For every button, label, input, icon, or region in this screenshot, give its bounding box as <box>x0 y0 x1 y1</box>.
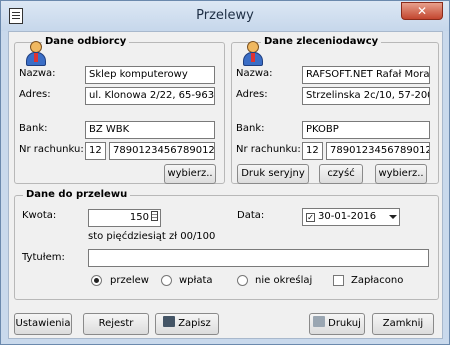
sender-account-prefix-field[interactable]: 12 <box>302 142 323 160</box>
sender-bank-field[interactable]: PKOBP <box>302 121 430 139</box>
option-unspecified-radio[interactable] <box>237 275 248 286</box>
recipient-bank-label: Bank: <box>19 123 48 134</box>
print-button[interactable]: Drukuj <box>309 313 365 335</box>
recipient-name-field[interactable]: Sklep komputerowy <box>85 66 215 84</box>
printer-icon <box>313 316 326 327</box>
window-title: Przelewy <box>196 8 254 23</box>
print-button-label: Drukuj <box>328 318 361 329</box>
save-button[interactable]: Zapisz <box>155 313 219 335</box>
transfer-section-title: Dane do przelewu <box>23 189 131 200</box>
title-label: Tytułem: <box>22 252 65 263</box>
sender-section-title: Dane zleceniodawcy <box>261 36 382 47</box>
sender-choose-button[interactable]: wybierz.. <box>375 164 427 184</box>
amount-field[interactable]: 150 <box>88 209 161 227</box>
sender-account-field[interactable]: 789012345678901234 <box>326 142 430 160</box>
recipient-account-field[interactable]: 789012345678901234 <box>109 142 215 160</box>
sender-bank-label: Bank: <box>236 123 265 134</box>
option-transfer-radio[interactable] <box>91 275 102 286</box>
sender-address-field[interactable]: Strzelinska 2c/10, 57-200 Z <box>302 87 430 105</box>
recipient-name-label: Nazwa: <box>19 68 56 79</box>
sender-name-label: Nazwa: <box>236 68 273 79</box>
recipient-account-prefix-field[interactable]: 12 <box>85 142 106 160</box>
save-button-label: Zapisz <box>178 318 211 329</box>
paid-checkbox[interactable] <box>333 275 344 286</box>
chevron-down-icon[interactable] <box>389 215 397 219</box>
register-button[interactable]: Rejestr <box>83 313 149 335</box>
date-label: Data: <box>237 210 265 221</box>
sender-address-label: Adres: <box>236 89 268 100</box>
floppy-disk-icon <box>163 316 176 327</box>
date-picker[interactable]: ✓ 30-01-2016 <box>302 208 400 226</box>
titlebar[interactable]: Przelewy ✕ <box>1 1 449 31</box>
recipient-address-field[interactable]: ul. Klonowa 2/22, 65-963 W <box>85 87 215 105</box>
user-icon <box>240 40 266 68</box>
option-unspecified-label[interactable]: nie określaj <box>255 275 312 286</box>
title-field[interactable] <box>88 249 429 267</box>
sender-account-label: Nr rachunku: <box>236 144 301 155</box>
amount-label: Kwota: <box>22 210 57 221</box>
recipient-bank-field[interactable]: BZ WBK <box>85 121 215 139</box>
amount-in-words: sto pięćdziesiąt zł 00/100 <box>88 231 216 242</box>
recipient-group: Dane odbiorcy Nazwa: Sklep komputerowy A… <box>14 36 225 184</box>
sender-name-field[interactable]: RAFSOFT.NET Rafał Mora <box>302 66 430 84</box>
option-payment-radio[interactable] <box>161 275 172 286</box>
option-transfer-label[interactable]: przelew <box>110 275 149 286</box>
date-enabled-checkbox[interactable]: ✓ <box>306 213 315 222</box>
clear-button[interactable]: czyść <box>319 164 363 184</box>
register-button-label: Rejestr <box>98 318 134 329</box>
recipient-choose-button[interactable]: wybierz.. <box>164 164 216 184</box>
sender-group: Dane zleceniodawcy Nazwa: RAFSOFT.NET Ra… <box>231 36 439 184</box>
close-window-button[interactable]: ✕ <box>401 2 443 20</box>
transfer-window: Przelewy ✕ Dane odbiorcy Nazwa: Sklep ko… <box>0 0 450 345</box>
close-button-label: Zamknij <box>382 318 424 329</box>
serial-print-button[interactable]: Druk seryjny <box>237 164 309 184</box>
close-button[interactable]: Zamknij <box>372 313 434 335</box>
paid-label[interactable]: Zapłacono <box>351 275 403 286</box>
dialog-body: Dane odbiorcy Nazwa: Sklep komputerowy A… <box>8 31 443 339</box>
recipient-address-label: Adres: <box>19 89 51 100</box>
recipient-account-label: Nr rachunku: <box>19 144 84 155</box>
transfer-group: Dane do przelewu Kwota: 150 sto pięćdzie… <box>14 189 439 300</box>
option-payment-label[interactable]: wpłata <box>179 275 213 286</box>
settings-button[interactable]: Ustawienia <box>14 313 72 335</box>
amount-value: 150 <box>129 212 149 223</box>
settings-button-label: Ustawienia <box>15 318 71 329</box>
user-icon <box>23 40 49 68</box>
recipient-section-title: Dane odbiorcy <box>42 36 130 47</box>
date-value: 30-01-2016 <box>318 211 377 222</box>
calculator-icon[interactable] <box>151 211 158 221</box>
